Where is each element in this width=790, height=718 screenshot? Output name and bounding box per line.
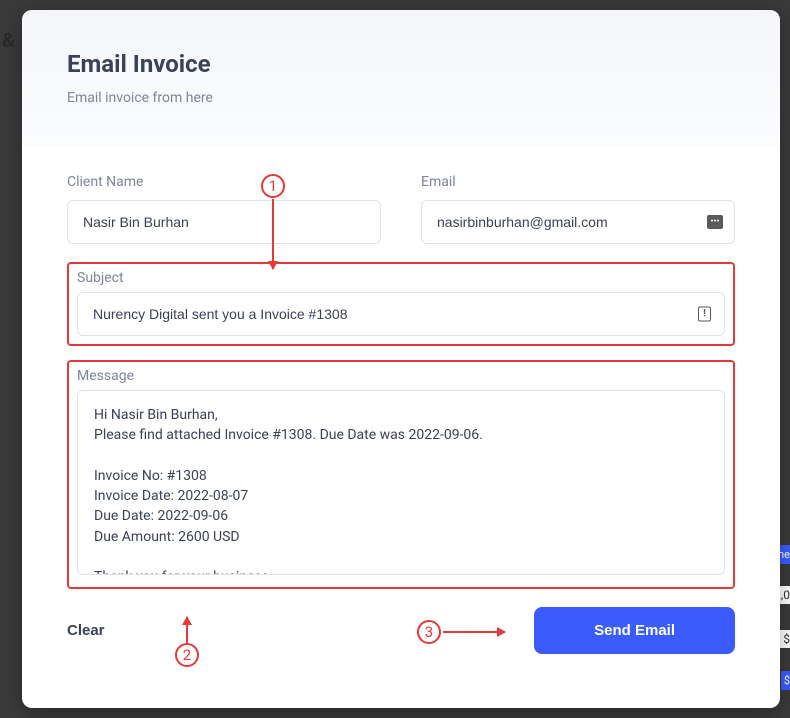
subject-input[interactable] (77, 292, 725, 336)
client-name-input[interactable] (67, 200, 381, 244)
subject-contact-icon[interactable]: ! (698, 307, 711, 322)
message-label: Message (77, 368, 725, 384)
email-field-wrapper: Email ••• (421, 174, 735, 244)
annotation-arrow-2 (186, 617, 188, 644)
subject-highlight: Subject ! (67, 262, 735, 346)
message-textarea[interactable] (77, 390, 725, 575)
background-text: & (2, 28, 15, 52)
email-input[interactable] (421, 200, 735, 244)
modal-title: Email Invoice (67, 50, 735, 78)
send-email-button[interactable]: Send Email (534, 607, 735, 654)
subject-label: Subject (77, 270, 725, 286)
modal-subtitle: Email invoice from here (67, 90, 735, 106)
client-name-label: Client Name (67, 174, 381, 190)
actions-row: Clear Send Email (67, 607, 735, 654)
modal-header: Email Invoice Email invoice from here (22, 10, 780, 146)
annotation-arrow-1 (272, 199, 274, 269)
message-highlight: Message (67, 360, 735, 589)
modal-body: Client Name Email ••• Subject ! Message (22, 146, 780, 684)
client-name-field-wrapper: Client Name (67, 174, 381, 244)
annotation-marker-3: 3 (417, 620, 441, 644)
background-fragment: $ (781, 671, 790, 690)
background-fragment: $ (779, 630, 790, 648)
email-suggestion-icon[interactable]: ••• (707, 215, 723, 229)
email-invoice-modal: Email Invoice Email invoice from here Cl… (22, 10, 780, 708)
email-label: Email (421, 174, 735, 190)
annotation-marker-1: 1 (261, 174, 285, 198)
annotation-marker-2: 2 (175, 643, 199, 667)
clear-button[interactable]: Clear (67, 622, 105, 639)
annotation-arrow-3 (443, 631, 505, 633)
